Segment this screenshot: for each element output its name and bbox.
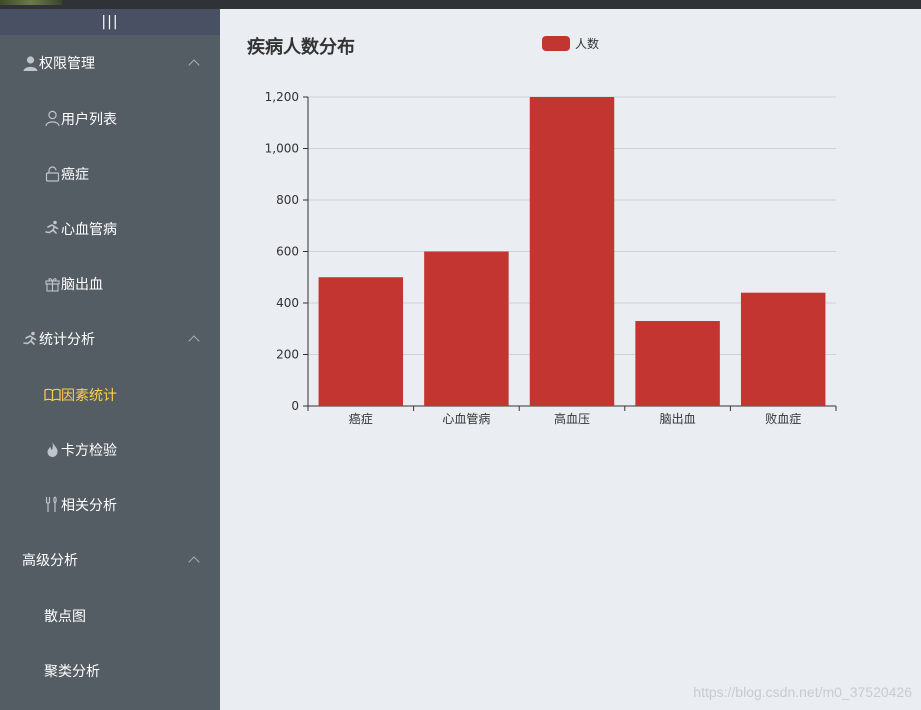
main-content: 疾病人数分布 人数 0 200 400 600 800 1,000 1,200 癌症 心血管病高… (220, 9, 921, 710)
top-bar (0, 0, 921, 9)
menu-item-user-list[interactable]: 用户列表 (0, 91, 220, 146)
y-tick-label: 800 (276, 193, 299, 207)
menu-item-label: 因素统计 (61, 387, 117, 404)
menu-item-label: 心血管病 (61, 221, 117, 238)
logo-image (0, 0, 62, 5)
menu-item-correlation[interactable]: 相关分析 (0, 477, 220, 532)
y-tick-label: 600 (276, 245, 299, 259)
menu-group-label: 权限管理 (39, 56, 95, 72)
user-icon (22, 55, 39, 72)
menu-group-label: 统计分析 (39, 332, 95, 348)
gift-icon (44, 275, 61, 292)
y-tick-label: 0 (291, 399, 299, 413)
x-tick-label: 败血症 (765, 411, 801, 426)
lock-icon (44, 165, 61, 182)
menu-item-label: 用户列表 (61, 111, 117, 128)
running-icon (44, 220, 61, 237)
y-tick-label: 200 (276, 348, 299, 362)
bar (318, 277, 404, 406)
menu-item-label: 癌症 (61, 166, 89, 183)
bar (635, 321, 720, 406)
menu-group-permissions[interactable]: 权限管理 (0, 35, 220, 91)
bar-chart: 0 200 400 600 800 1,000 1,200 癌症 心血管病 高血压 脑出血 败血症 (265, 90, 837, 426)
menu-item-label: 脑出血 (61, 276, 103, 293)
menu-item-label: 散点图 (44, 608, 86, 625)
y-tick-label: 1,000 (265, 142, 299, 156)
chevron-up-icon (188, 335, 200, 347)
fire-icon (44, 441, 61, 458)
menu-group-statistics[interactable]: 统计分析 (0, 311, 220, 367)
x-tick-label: 高血压 (554, 411, 590, 426)
menu-item-label: 聚类分析 (44, 663, 100, 680)
watermark-text: https://blog.csdn.net/m0_37520426 (693, 684, 912, 700)
menu-item-clustering[interactable]: 聚类分析 (0, 643, 220, 698)
menu-item-chi-square[interactable]: 卡方检验 (0, 422, 220, 477)
y-tick-label: 1,200 (265, 90, 299, 104)
book-icon (44, 386, 61, 403)
menu-item-cardiovascular[interactable]: 心血管病 (0, 201, 220, 256)
menu-item-label: 卡方检验 (61, 442, 117, 459)
x-tick-label: 脑出血 (660, 412, 696, 426)
menu-item-label: 相关分析 (61, 497, 117, 514)
sidebar: ||| 权限管理 用户列表 癌症 心血管病 脑出血 统计分析 因素统计 卡方检验… (0, 9, 220, 710)
chevron-up-icon (188, 556, 200, 568)
menu-group-label: 高级分析 (22, 553, 78, 569)
bar (740, 292, 826, 406)
menu-item-cerebral-hemorrhage[interactable]: 脑出血 (0, 256, 220, 311)
collapse-toggle-button[interactable]: ||| (0, 9, 220, 35)
menu-item-factor-statistics[interactable]: 因素统计 (0, 367, 220, 422)
y-tick-label: 400 (276, 296, 299, 310)
menu-item-scatter[interactable]: 散点图 (0, 588, 220, 643)
chevron-up-icon (188, 59, 200, 71)
x-tick-label: 心血管病 (442, 411, 490, 426)
menu-item-cancer[interactable]: 癌症 (0, 146, 220, 201)
bar (424, 251, 509, 406)
x-tick-label: 癌症 (349, 411, 373, 426)
menu-group-advanced[interactable]: 高级分析 (0, 532, 220, 588)
user-outline-icon (44, 110, 61, 127)
running-icon (22, 331, 39, 348)
bar (529, 97, 615, 406)
tools-icon (44, 496, 61, 513)
